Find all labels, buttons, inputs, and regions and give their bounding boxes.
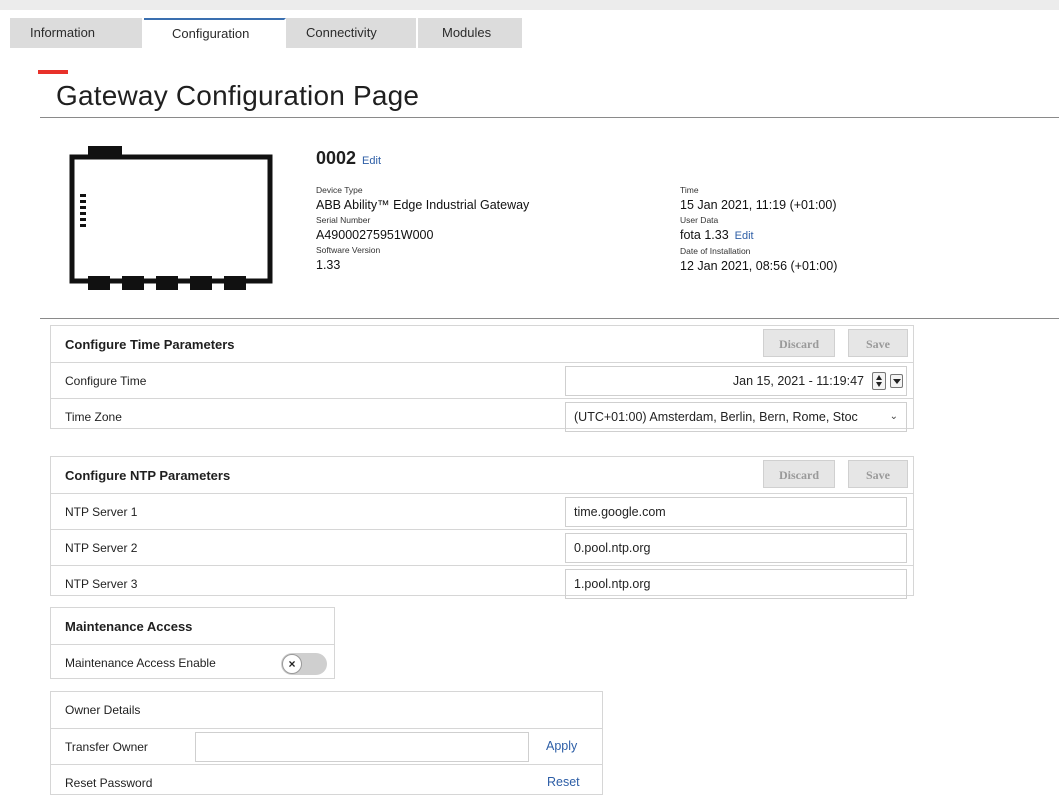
apply-link[interactable]: Apply: [546, 739, 577, 753]
configure-time-value: Jan 15, 2021 - 11:19:47: [732, 374, 864, 388]
ntp-server-1-input[interactable]: time.google.com: [565, 497, 907, 527]
device-divider: [40, 318, 1059, 319]
time-discard-button[interactable]: Discard: [763, 329, 835, 357]
ntp-parameters-title: Configure NTP Parameters: [65, 467, 231, 483]
ntp-server-2-row: NTP Server 2 0.pool.ntp.org: [51, 529, 913, 565]
time-dropdown-icon[interactable]: [890, 374, 903, 388]
page-title: Gateway Configuration Page: [56, 80, 420, 111]
device-type-value: ABB Ability™ Edge Industrial Gateway: [316, 198, 530, 212]
software-version-value: 1.33: [316, 258, 341, 272]
device-name-value: 0002: [316, 148, 357, 168]
owner-details-header: Owner Details: [65, 703, 141, 717]
ntp-server-3-label: NTP Server 3: [65, 576, 138, 591]
title-accent-bar: [38, 70, 68, 74]
ntp-server-1-label: NTP Server 1: [65, 504, 138, 519]
ntp-save-button[interactable]: Save: [848, 460, 908, 488]
top-strip: [0, 0, 1059, 10]
maintenance-enable-label: Maintenance Access Enable: [65, 655, 216, 670]
reset-password-label: Reset Password: [65, 775, 153, 790]
ntp-parameters-panel: Configure NTP Parameters Discard Save NT…: [50, 456, 914, 599]
tab-connectivity[interactable]: Connectivity: [286, 18, 418, 48]
tab-bar: Information Configuration Connectivity M…: [10, 18, 524, 48]
time-save-button[interactable]: Save: [848, 329, 908, 357]
device-info-left: Device Type ABB Ability™ Edge Industrial…: [316, 184, 529, 274]
reset-password-row: Reset Password Reset: [51, 764, 602, 800]
reset-link[interactable]: Reset: [547, 775, 580, 789]
user-data-edit-link[interactable]: Edit: [735, 230, 754, 242]
device-name: 0002 Edit: [316, 148, 381, 169]
user-data-value: fota 1.33 Edit: [680, 226, 837, 245]
close-icon: ×: [282, 654, 302, 674]
time-parameters-panel: Configure Time Parameters Discard Save C…: [50, 325, 914, 432]
owner-details-panel: Owner Details Transfer Owner Apply Reset…: [50, 691, 603, 795]
ntp-server-1-row: NTP Server 1 time.google.com: [51, 493, 913, 529]
time-label: Time: [680, 185, 699, 195]
transfer-owner-row: Transfer Owner Apply: [51, 728, 602, 764]
time-zone-row: Time Zone (UTC+01:00) Amsterdam, Berlin,…: [51, 398, 913, 434]
maintenance-access-panel: Maintenance Access Maintenance Access En…: [50, 607, 335, 679]
chevron-down-icon: ⌄: [889, 411, 898, 422]
transfer-owner-label: Transfer Owner: [65, 739, 148, 754]
install-date-value: 12 Jan 2021, 08:56 (+01:00): [680, 259, 838, 273]
time-zone-label: Time Zone: [65, 409, 122, 424]
ntp-discard-button[interactable]: Discard: [763, 460, 835, 488]
ntp-parameters-header: Configure NTP Parameters Discard Save: [51, 457, 913, 493]
tab-information[interactable]: Information: [10, 18, 144, 48]
time-zone-select[interactable]: (UTC+01:00) Amsterdam, Berlin, Bern, Rom…: [565, 402, 907, 432]
title-divider: [40, 117, 1059, 118]
serial-number-value: A49000275951W000: [316, 228, 434, 242]
install-date-label: Date of Installation: [680, 246, 751, 256]
ntp-server-3-row: NTP Server 3 1.pool.ntp.org: [51, 565, 913, 601]
time-spinner-icon[interactable]: [872, 372, 886, 390]
configure-time-row: Configure Time Jan 15, 2021 - 11:19:47: [51, 362, 913, 398]
maintenance-enable-row: Maintenance Access Enable ×: [51, 644, 334, 680]
device-name-edit-link[interactable]: Edit: [362, 155, 381, 167]
ntp-server-2-label: NTP Server 2: [65, 540, 138, 555]
time-parameters-header: Configure Time Parameters Discard Save: [51, 326, 913, 362]
maintenance-access-toggle[interactable]: ×: [281, 653, 327, 675]
device-type-label: Device Type: [316, 185, 363, 195]
user-data-text: fota 1.33: [680, 228, 729, 242]
ntp-server-2-input[interactable]: 0.pool.ntp.org: [565, 533, 907, 563]
ntp-server-3-input[interactable]: 1.pool.ntp.org: [565, 569, 907, 599]
time-value: 15 Jan 2021, 11:19 (+01:00): [680, 198, 837, 212]
transfer-owner-input[interactable]: [195, 732, 529, 762]
device-info-right: Time 15 Jan 2021, 11:19 (+01:00) User Da…: [680, 184, 837, 275]
software-version-label: Software Version: [316, 245, 381, 255]
serial-number-label: Serial Number: [316, 215, 371, 225]
time-zone-value: (UTC+01:00) Amsterdam, Berlin, Bern, Rom…: [574, 410, 858, 424]
tab-modules[interactable]: Modules: [418, 18, 524, 48]
tab-configuration[interactable]: Configuration: [144, 18, 286, 48]
gateway-device-icon: [69, 146, 273, 290]
time-parameters-title: Configure Time Parameters: [65, 336, 235, 352]
configure-time-input[interactable]: Jan 15, 2021 - 11:19:47: [565, 366, 907, 396]
user-data-label: User Data: [680, 215, 719, 225]
maintenance-access-header: Maintenance Access: [65, 618, 193, 634]
configure-time-label: Configure Time: [65, 373, 147, 388]
